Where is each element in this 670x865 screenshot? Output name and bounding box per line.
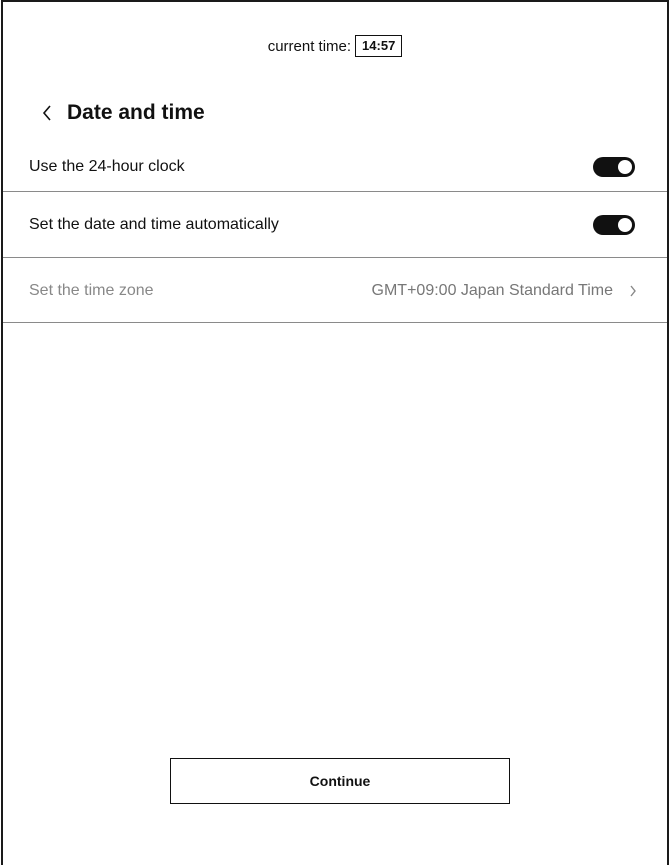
page-title: Date and time <box>67 101 205 124</box>
back-button[interactable] <box>41 99 63 127</box>
setting-row-24-hour-clock[interactable]: Use the 24-hour clock <box>3 142 667 192</box>
setting-label-auto-datetime: Set the date and time automatically <box>29 216 279 233</box>
current-time-label: current time: <box>267 37 352 55</box>
setting-row-auto-datetime[interactable]: Set the date and time automatically <box>3 193 667 258</box>
setting-label-time-zone: Set the time zone <box>29 281 154 299</box>
chevron-right-icon <box>629 284 637 298</box>
continue-button[interactable]: Continue <box>170 758 510 804</box>
toggle-knob <box>618 159 632 174</box>
toggle-24-hour-clock[interactable] <box>593 156 635 177</box>
screen: current time: 14:57 Date and time Use th… <box>1 0 669 865</box>
page-header: Date and time <box>41 98 205 128</box>
time-zone-value-group: GMT+09:00 Japan Standard Time <box>372 282 637 300</box>
setting-label-24-hour-clock: Use the 24-hour clock <box>29 157 185 175</box>
time-zone-value: GMT+09:00 Japan Standard Time <box>371 281 613 299</box>
toggle-auto-datetime[interactable] <box>593 215 635 235</box>
toggle-knob <box>618 218 632 232</box>
setting-row-time-zone[interactable]: Set the time zone GMT+09:00 Japan Standa… <box>3 259 667 323</box>
chevron-left-icon <box>42 105 51 121</box>
current-time-value: 14:57 <box>355 35 403 57</box>
status-bar: current time: 14:57 <box>3 35 667 57</box>
